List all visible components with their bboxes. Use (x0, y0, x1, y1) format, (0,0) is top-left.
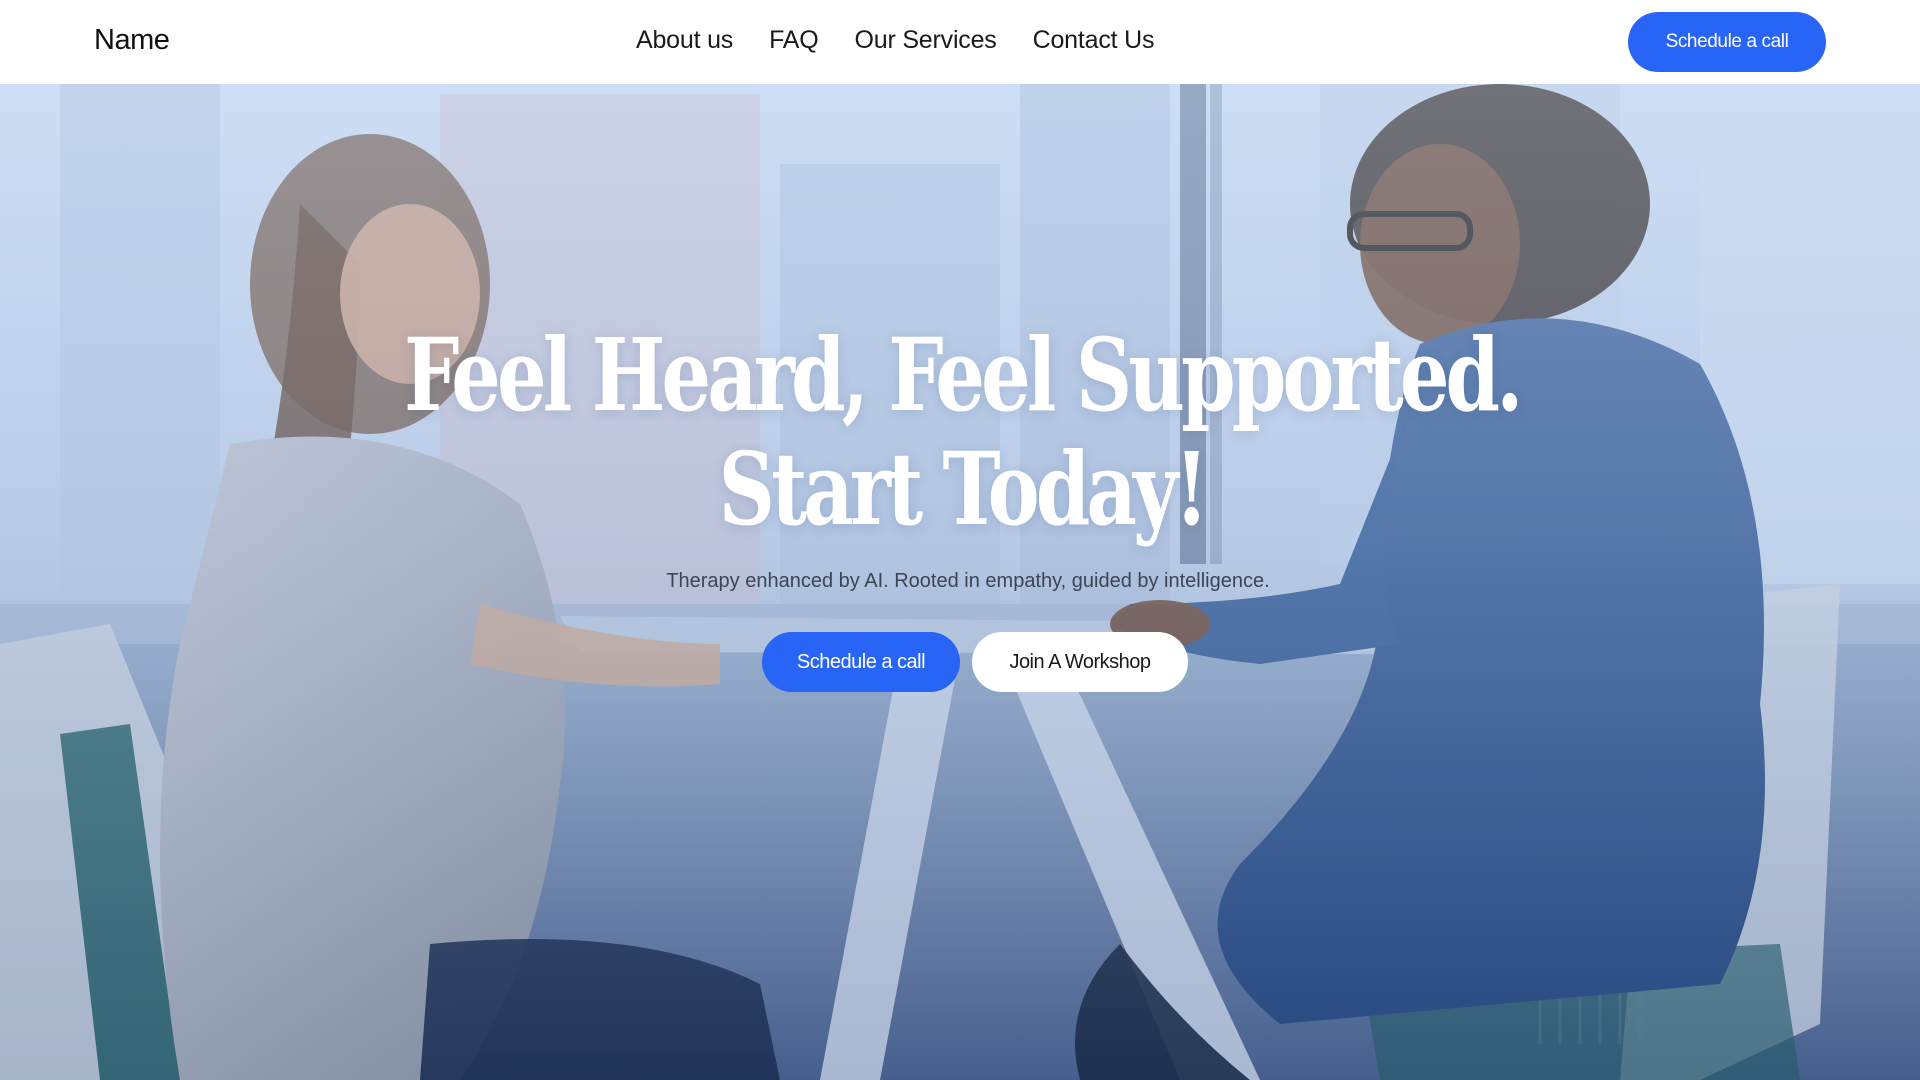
hero-headline: Feel Heard, Feel Supported. Start Today! (213, 318, 1711, 546)
hero-headline-line-2: Start Today! (718, 430, 1209, 548)
nav-link-our-services[interactable]: Our Services (855, 26, 997, 55)
nav-links: About us FAQ Our Services Contact Us (636, 26, 1154, 55)
nav-schedule-call-button[interactable]: Schedule a call (1628, 12, 1826, 72)
hero-headline-line-1: Feel Heard, Feel Supported. (404, 316, 1523, 434)
nav-link-contact-us[interactable]: Contact Us (1033, 26, 1155, 55)
hero-actions: Schedule a call Join A Workshop (762, 632, 1188, 692)
hero-join-workshop-button[interactable]: Join A Workshop (972, 632, 1188, 692)
nav-link-about-us[interactable]: About us (636, 26, 733, 55)
hero-schedule-call-button[interactable]: Schedule a call (762, 632, 960, 692)
nav-link-faq[interactable]: FAQ (769, 26, 819, 55)
hero-subtitle: Therapy enhanced by AI. Rooted in empath… (666, 570, 1270, 592)
top-navigation: Name About us FAQ Our Services Contact U… (0, 0, 1920, 84)
brand-logo[interactable]: Name (94, 24, 170, 57)
